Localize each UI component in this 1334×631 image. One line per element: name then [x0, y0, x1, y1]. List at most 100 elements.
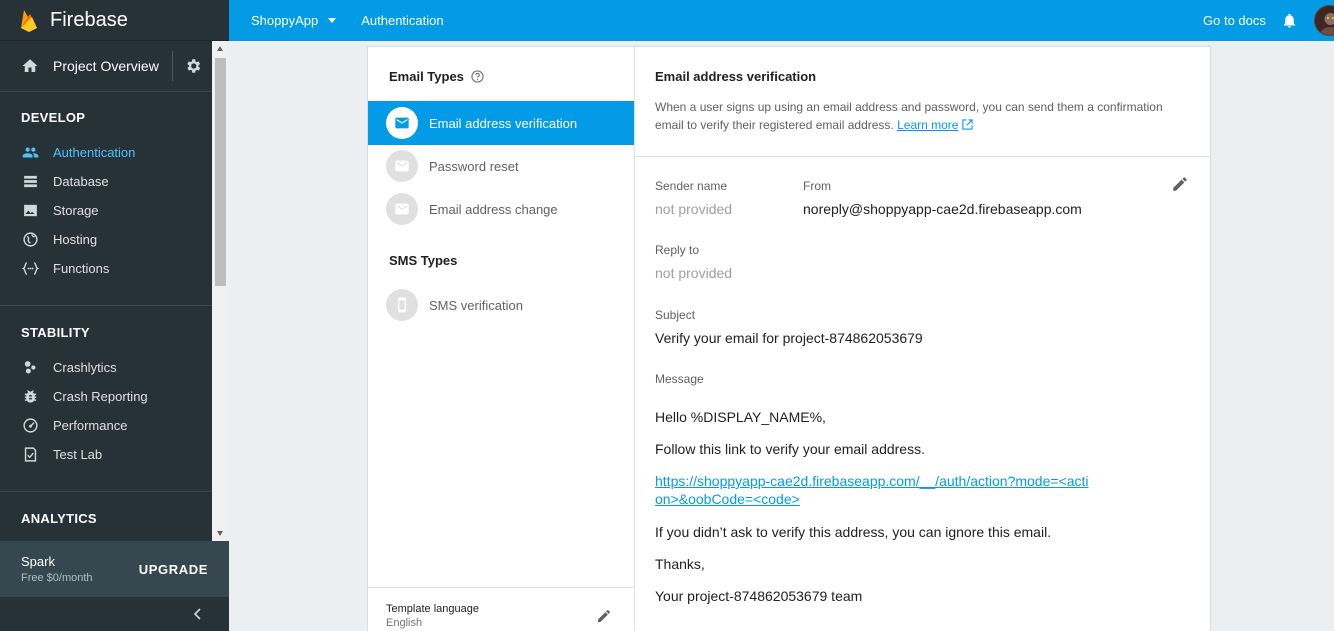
- phone-icon: [398, 297, 406, 313]
- email-icon: [395, 117, 409, 129]
- email-icon-badge: [386, 107, 418, 139]
- sidebar-item-label: Database: [53, 174, 109, 189]
- project-overview-row: Project Overview: [0, 41, 229, 92]
- sidebar-item-database[interactable]: Database: [0, 167, 212, 196]
- message-greeting: Hello %DISPLAY_NAME%,: [655, 409, 826, 425]
- template-item-email-change[interactable]: Email address change: [368, 187, 634, 231]
- home-icon: [22, 59, 38, 72]
- section-title-analytics[interactable]: ANALYTICS: [0, 511, 212, 526]
- subject-value: Verify your email for project-8748620536…: [655, 330, 923, 346]
- brand-name: Firebase: [50, 8, 128, 31]
- sms-types-title: SMS Types: [389, 253, 458, 268]
- gear-icon[interactable]: [184, 57, 202, 75]
- reply-to-value: not provided: [655, 265, 733, 281]
- project-overview-link[interactable]: Project Overview: [53, 58, 159, 74]
- chevron-down-icon: [328, 18, 337, 23]
- message-line-2: If you didn’t ask to verify this address…: [655, 524, 1052, 540]
- sender-name-label: Sender name: [655, 179, 728, 193]
- edit-language-icon[interactable]: [596, 608, 612, 624]
- develop-section: DEVELOP Authentication Database Storage …: [0, 110, 212, 283]
- scrollbar-thumb[interactable]: [215, 58, 226, 286]
- brand-header[interactable]: Firebase: [0, 0, 229, 41]
- sidebar-item-crashlytics[interactable]: Crashlytics: [0, 353, 212, 382]
- sender-name-value: not provided: [655, 201, 733, 217]
- message-thanks: Thanks,: [655, 556, 705, 572]
- top-bar: ShoppyApp Authentication Go to docs: [229, 0, 1334, 41]
- sidebar-item-test-lab[interactable]: Test Lab: [0, 440, 212, 469]
- sidebar-item-authentication[interactable]: Authentication: [0, 138, 212, 167]
- template-language-bar: Template language English: [368, 587, 634, 631]
- template-item-label: Password reset: [429, 158, 519, 174]
- sidebar-scrollbar[interactable]: [212, 41, 229, 541]
- breadcrumb: Authentication: [361, 13, 444, 28]
- sidebar: Firebase Project Overview DEVELOP Authen…: [0, 0, 229, 631]
- template-item-sms-verification[interactable]: SMS verification: [368, 283, 634, 327]
- avatar-image-icon: [1319, 13, 1334, 35]
- sidebar-item-storage[interactable]: Storage: [0, 196, 212, 225]
- section-title-stability: STABILITY: [21, 325, 90, 340]
- email-icon: [395, 160, 409, 172]
- message-signature: Your project-874862053679 team: [655, 588, 863, 604]
- database-icon: [24, 175, 37, 188]
- sidebar-item-functions[interactable]: Functions: [0, 254, 212, 283]
- collapse-sidebar-bar: [0, 597, 229, 631]
- phone-icon-badge: [386, 289, 418, 321]
- template-item-label: Email address verification: [429, 115, 578, 131]
- bell-icon[interactable]: [1281, 11, 1298, 30]
- verify-link-text: https://shoppyapp-cae2d.firebaseapp.com/…: [655, 473, 1089, 507]
- template-detail-panel: Email address verification When a user s…: [635, 47, 1211, 631]
- sidebar-item-label: Functions: [53, 261, 110, 276]
- crashlytics-icon: [24, 361, 36, 374]
- functions-icon: [22, 262, 39, 275]
- message-verify-link[interactable]: https://shoppyapp-cae2d.firebaseapp.com/…: [655, 472, 1095, 508]
- plan-price: Free $0/month: [21, 572, 93, 584]
- help-icon[interactable]: [471, 70, 484, 83]
- scroll-up-icon[interactable]: [217, 46, 223, 51]
- plan-name: Spark: [21, 554, 55, 569]
- go-to-docs-link[interactable]: Go to docs: [1203, 13, 1266, 28]
- learn-more-label: Learn more: [897, 118, 959, 132]
- sidebar-item-crash-reporting[interactable]: Crash Reporting: [0, 382, 212, 411]
- speedometer-icon: [23, 418, 38, 433]
- sidebar-item-label: Authentication: [53, 145, 136, 160]
- analytics-section: ANALYTICS: [0, 491, 212, 526]
- divider: [172, 51, 173, 81]
- bug-icon: [24, 390, 37, 403]
- message-line-1: Follow this link to verify your email ad…: [655, 441, 925, 457]
- stability-section: STABILITY Crashlytics Crash Reporting Pe…: [0, 305, 212, 469]
- templates-card: Email Types Email address verification P…: [367, 46, 1211, 631]
- sidebar-item-label: Crash Reporting: [53, 389, 148, 404]
- from-label: From: [803, 179, 831, 193]
- email-icon: [395, 203, 409, 215]
- sidebar-item-performance[interactable]: Performance: [0, 411, 212, 440]
- sidebar-item-label: Test Lab: [53, 447, 103, 462]
- subject-label: Subject: [655, 308, 696, 322]
- people-icon: [22, 147, 39, 158]
- avatar[interactable]: [1314, 5, 1334, 36]
- project-selector[interactable]: ShoppyApp: [251, 13, 337, 28]
- template-item-label: Email address change: [429, 201, 558, 217]
- edit-template-icon[interactable]: [1171, 175, 1189, 193]
- template-item-password-reset[interactable]: Password reset: [368, 144, 634, 188]
- external-link-icon: [962, 119, 974, 130]
- plan-bar: Spark Free $0/month UPGRADE: [0, 541, 229, 597]
- project-name: ShoppyApp: [251, 13, 319, 28]
- sms-types-heading: SMS Types: [368, 253, 457, 268]
- checklist-icon: [24, 447, 37, 462]
- email-icon-badge: [386, 193, 418, 225]
- email-types-title: Email Types: [389, 69, 464, 84]
- message-label: Message: [655, 372, 704, 386]
- globe-icon: [23, 232, 38, 247]
- scroll-down-icon[interactable]: [217, 531, 223, 536]
- learn-more-link[interactable]: Learn more: [897, 118, 974, 132]
- chevron-left-icon[interactable]: [192, 608, 204, 620]
- sidebar-item-hosting[interactable]: Hosting: [0, 225, 212, 254]
- template-types-panel: Email Types Email address verification P…: [368, 47, 635, 631]
- sidebar-item-label: Performance: [53, 418, 128, 433]
- email-icon-badge: [386, 150, 418, 182]
- upgrade-button[interactable]: UPGRADE: [139, 562, 208, 577]
- template-item-email-verification[interactable]: Email address verification: [368, 101, 634, 145]
- detail-title: Email address verification: [655, 69, 817, 84]
- sidebar-item-label: Storage: [53, 203, 99, 218]
- detail-header: Email address verification When a user s…: [635, 47, 1211, 157]
